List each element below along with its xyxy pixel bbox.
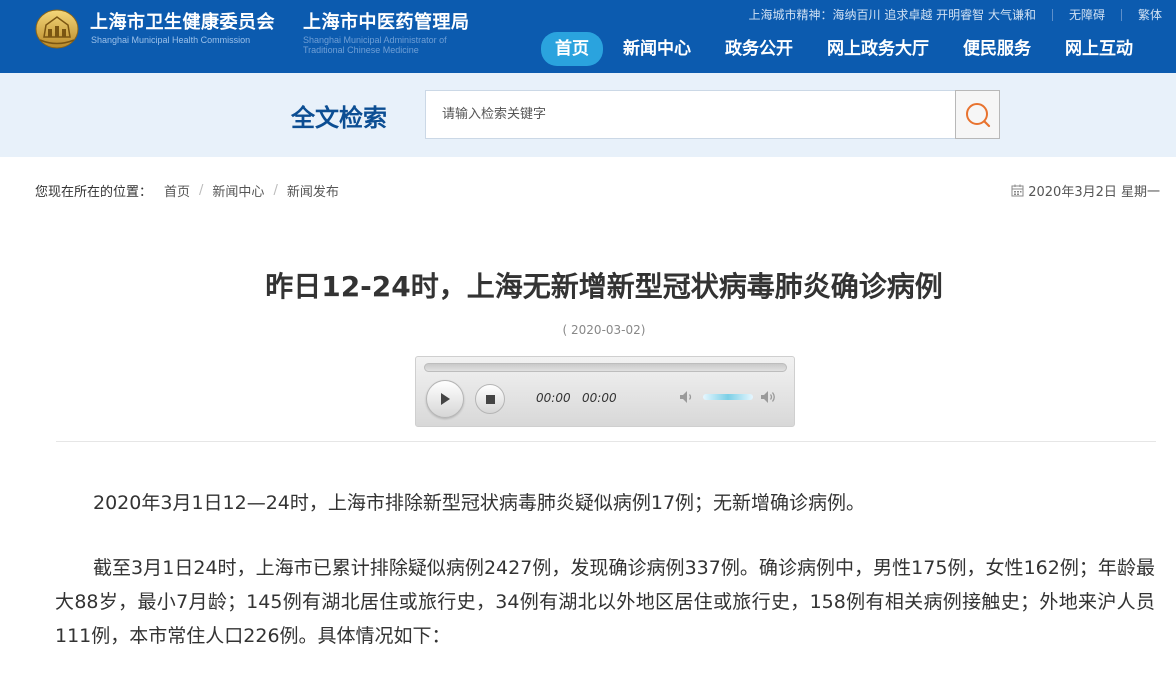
site-header: 上海市卫生健康委员会 Shanghai Municipal Health Com… bbox=[0, 0, 1176, 73]
breadcrumb-news-center[interactable]: 新闻中心 bbox=[212, 181, 264, 200]
breadcrumb-lead: 您现在所在的位置： bbox=[35, 185, 153, 200]
org1-name-cn[interactable]: 上海市卫生健康委员会 bbox=[90, 8, 275, 34]
municipal-emblem-icon[interactable] bbox=[34, 7, 80, 49]
accessibility-link[interactable]: 无障碍 bbox=[1069, 6, 1105, 23]
org2-name-en-line2: Traditional Chinese Medicine bbox=[303, 45, 419, 55]
breadcrumb: 您现在所在的位置： 首页 / 新闻中心 / 新闻发布 bbox=[35, 181, 339, 200]
top-links: 上海城市精神：海纳百川 追求卓越 开明睿智 大气谦和 无障碍 繁体 bbox=[749, 6, 1162, 23]
stop-button[interactable] bbox=[475, 384, 505, 414]
top-link-separator bbox=[1120, 8, 1122, 21]
article-paragraph: 2020年3月1日12—24时，上海市排除新型冠状病毒肺炎疑似病例17例；无新增… bbox=[93, 492, 866, 514]
org2-name-en-line1: Shanghai Municipal Administrator of bbox=[303, 35, 447, 45]
current-date: 2020年3月2日 星期一 bbox=[1011, 181, 1160, 200]
main-nav: 首页 新闻中心 政务公开 网上政务大厅 便民服务 网上互动 bbox=[541, 32, 1133, 66]
volume-low-icon[interactable] bbox=[678, 388, 696, 406]
nav-item-online-interaction[interactable]: 网上互动 bbox=[1051, 32, 1133, 66]
breadcrumb-news-release[interactable]: 新闻发布 bbox=[287, 181, 339, 200]
traditional-chinese-link[interactable]: 繁体 bbox=[1138, 6, 1162, 23]
breadcrumb-separator: / bbox=[199, 183, 204, 198]
current-date-text: 2020年3月2日 星期一 bbox=[1028, 185, 1160, 200]
article-paragraph: 截至3月1日24时，上海市已累计排除疑似病例2427例，发现确诊病例337例。确… bbox=[55, 557, 1155, 647]
stop-icon bbox=[485, 394, 495, 404]
audio-player: 00:00 00:00 bbox=[415, 356, 795, 427]
search-icon bbox=[965, 102, 990, 127]
org2-name-en: Shanghai Municipal Administrator of Trad… bbox=[303, 35, 447, 55]
article-divider bbox=[56, 441, 1156, 442]
volume-slider[interactable] bbox=[703, 394, 753, 400]
nav-item-government-affairs[interactable]: 政务公开 bbox=[711, 32, 807, 66]
org1-name-en: Shanghai Municipal Health Commission bbox=[91, 35, 251, 45]
article-title: 昨日12-24时，上海无新增新型冠状病毒肺炎确诊病例 bbox=[265, 270, 943, 303]
breadcrumb-home[interactable]: 首页 bbox=[164, 181, 190, 200]
calendar-icon bbox=[1011, 184, 1024, 197]
audio-progress-bar[interactable] bbox=[424, 363, 787, 372]
org2-name-cn[interactable]: 上海市中医药管理局 bbox=[303, 8, 470, 34]
nav-item-online-services-hall[interactable]: 网上政务大厅 bbox=[813, 32, 943, 66]
article-date: ( 2020-03-02) bbox=[562, 323, 646, 337]
search-title: 全文检索 bbox=[291, 104, 387, 132]
nav-item-public-services[interactable]: 便民服务 bbox=[949, 32, 1045, 66]
nav-item-news-center[interactable]: 新闻中心 bbox=[609, 32, 705, 66]
audio-current-time: 00:00 bbox=[536, 391, 571, 405]
search-button[interactable] bbox=[955, 90, 1000, 139]
volume-high-icon[interactable] bbox=[759, 388, 779, 406]
nav-item-home[interactable]: 首页 bbox=[541, 32, 603, 66]
search-input[interactable] bbox=[425, 90, 956, 139]
search-band: 全文检索 bbox=[0, 73, 1176, 157]
city-spirit-text: 上海城市精神：海纳百川 追求卓越 开明睿智 大气谦和 bbox=[748, 8, 1036, 22]
top-link-separator bbox=[1051, 8, 1053, 21]
play-button[interactable] bbox=[426, 380, 464, 418]
audio-total-time: 00:00 bbox=[582, 391, 617, 405]
play-icon bbox=[441, 393, 450, 405]
breadcrumb-separator: / bbox=[273, 183, 278, 198]
